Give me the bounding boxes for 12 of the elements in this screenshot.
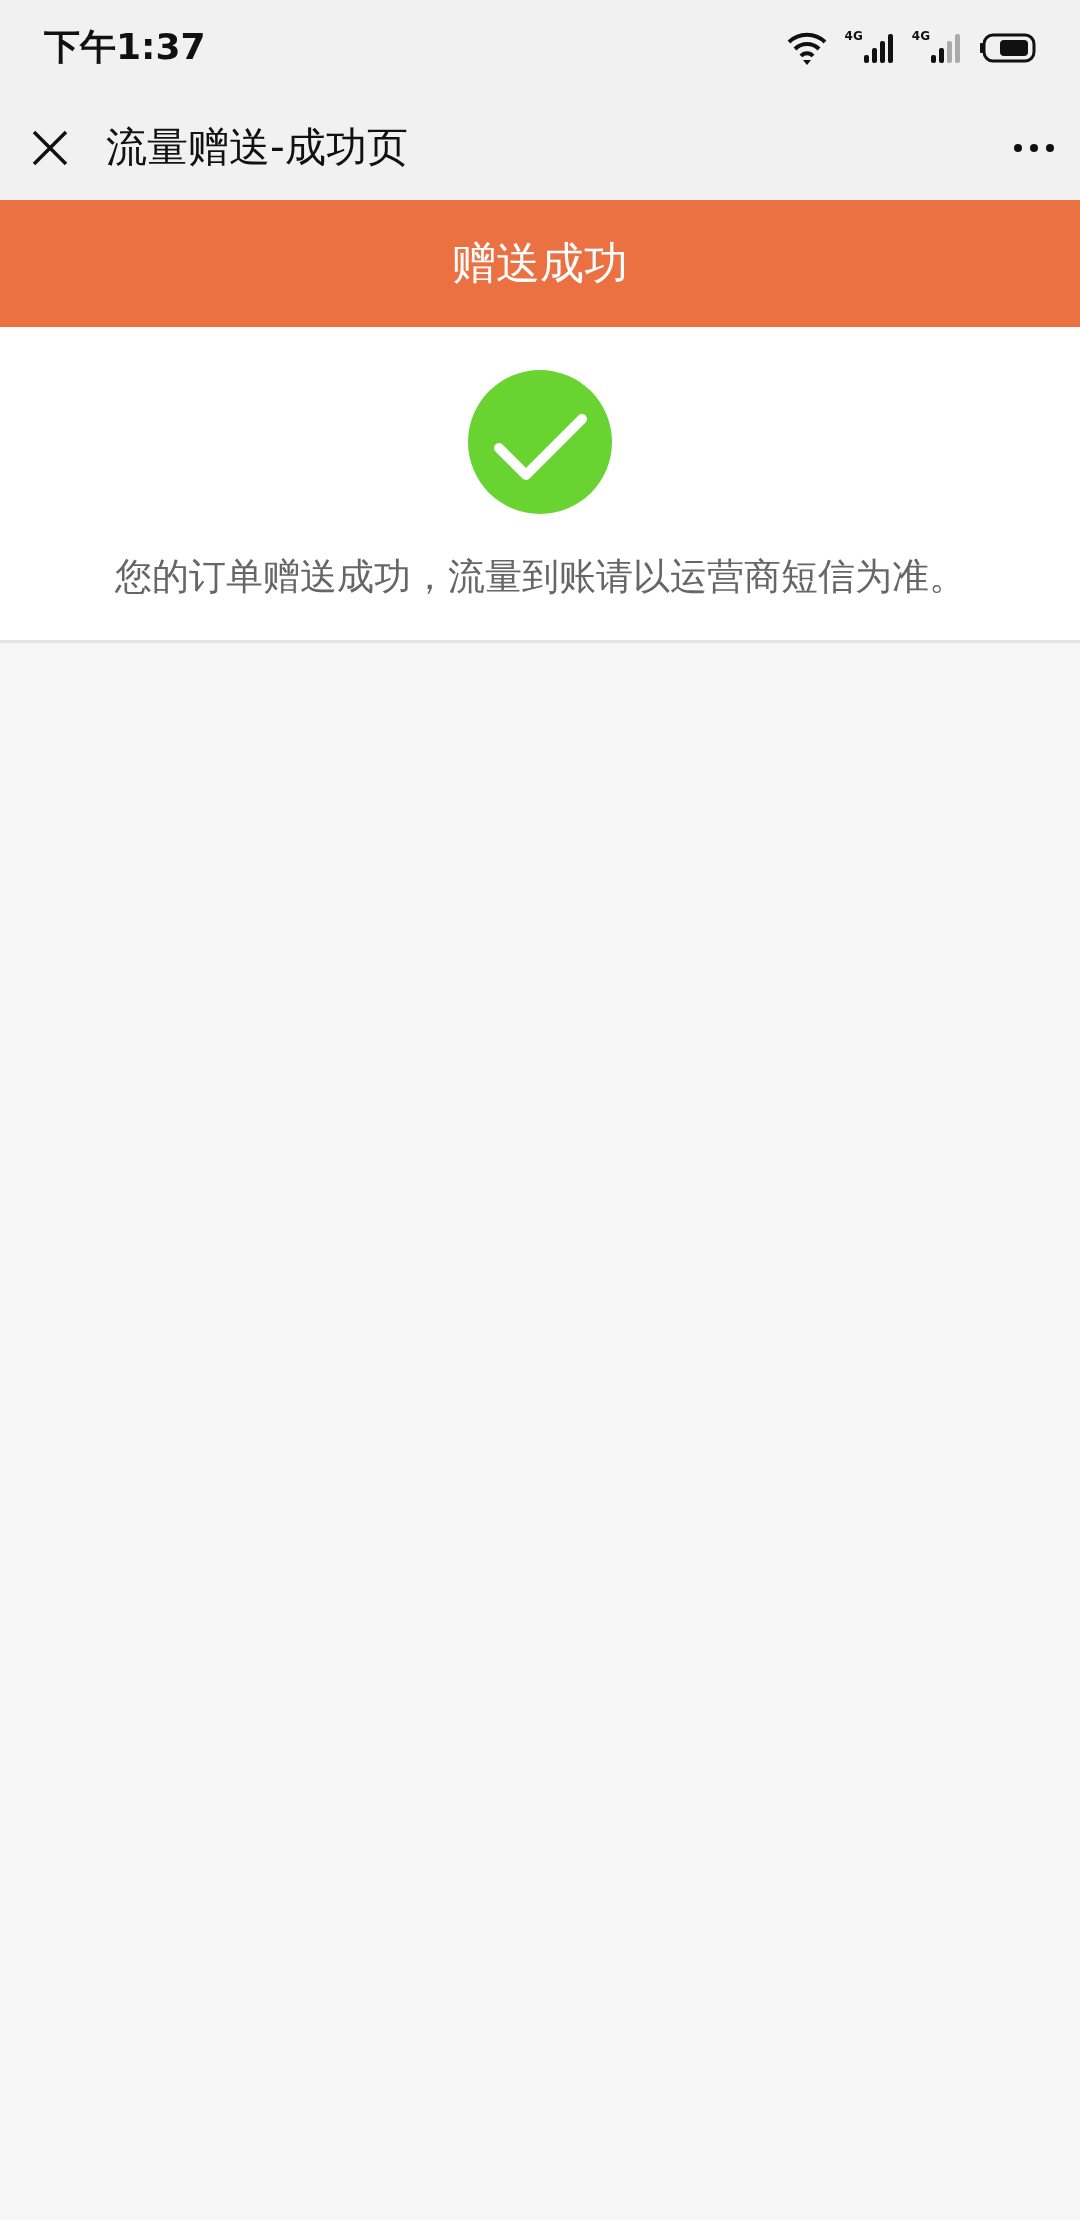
battery-icon xyxy=(979,32,1036,63)
status-time: 下午1:37 xyxy=(44,25,206,69)
more-button[interactable] xyxy=(1014,143,1054,152)
close-icon xyxy=(32,129,68,166)
success-check-icon xyxy=(468,370,612,514)
network-type-label: 4G xyxy=(844,28,863,43)
close-button[interactable] xyxy=(32,129,68,166)
banner-title: 赠送成功 xyxy=(452,236,628,290)
more-icon xyxy=(1014,143,1054,152)
success-message: 您的订单赠送成功，流量到账请以运营商短信为准。 xyxy=(114,554,966,600)
page-title: 流量赠送-成功页 xyxy=(106,122,409,173)
network-type-label: 4G xyxy=(911,28,930,43)
